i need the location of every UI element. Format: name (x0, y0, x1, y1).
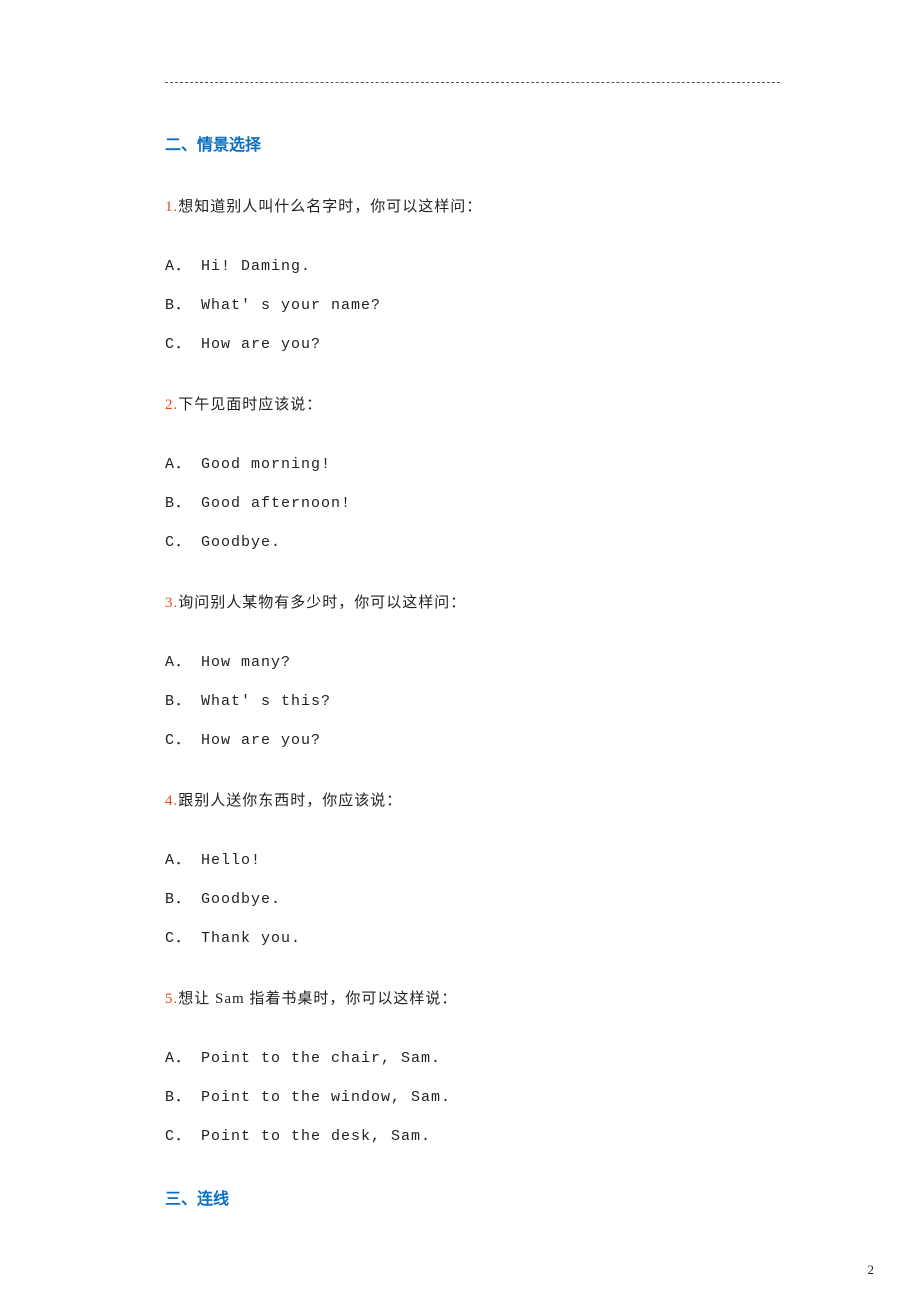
question-number: 5. (165, 991, 178, 1007)
choice-option: A． Point to the chair, Sam. (165, 1046, 790, 1067)
horizontal-rule (165, 82, 780, 83)
choice-option: B． What' s this? (165, 689, 790, 710)
choice-option: C． Goodbye. (165, 530, 790, 551)
choice-option: C． How are you? (165, 728, 790, 749)
question-prompt: 1.想知道别人叫什么名字时，你可以这样问： (165, 195, 790, 216)
choice-option: C． Point to the desk, Sam. (165, 1124, 790, 1145)
question-text: 想知道别人叫什么名字时，你可以这样问： (178, 199, 482, 215)
section-heading-2: 二、情景选择 (165, 131, 790, 155)
question-text: 下午见面时应该说： (178, 397, 322, 413)
choice-option: A． How many? (165, 650, 790, 671)
question-prompt: 3.询问别人某物有多少时，你可以这样问： (165, 591, 790, 612)
choice-list: A． Point to the chair, Sam. B． Point to … (165, 1046, 790, 1145)
choice-option: C． How are you? (165, 332, 790, 353)
choice-option: B． Goodbye. (165, 887, 790, 908)
choice-option: A． Hello! (165, 848, 790, 869)
question-prompt: 4.跟别人送你东西时，你应该说： (165, 789, 790, 810)
question-text: 询问别人某物有多少时，你可以这样问： (178, 595, 466, 611)
choice-option: B． What' s your name? (165, 293, 790, 314)
question-prompt: 5.想让 Sam 指着书桌时，你可以这样说： (165, 987, 790, 1008)
page-number: 2 (868, 1262, 875, 1278)
question-number: 4. (165, 793, 178, 809)
choice-option: A． Good morning! (165, 452, 790, 473)
section-heading-3: 三、连线 (165, 1185, 790, 1209)
choice-option: B． Good afternoon! (165, 491, 790, 512)
choice-option: A． Hi! Daming. (165, 254, 790, 275)
question-text: 想让 Sam 指着书桌时，你可以这样说： (178, 991, 457, 1007)
choice-list: A． Good morning! B． Good afternoon! C． G… (165, 452, 790, 551)
choice-option: C． Thank you. (165, 926, 790, 947)
choice-option: B． Point to the window, Sam. (165, 1085, 790, 1106)
question-text: 跟别人送你东西时，你应该说： (178, 793, 402, 809)
question-prompt: 2.下午见面时应该说： (165, 393, 790, 414)
choice-list: A． Hello! B． Goodbye. C． Thank you. (165, 848, 790, 947)
document-page: 二、情景选择 1.想知道别人叫什么名字时，你可以这样问： A． Hi! Dami… (0, 0, 920, 1209)
question-number: 1. (165, 199, 178, 215)
choice-list: A． Hi! Daming. B． What' s your name? C． … (165, 254, 790, 353)
question-number: 3. (165, 595, 178, 611)
question-number: 2. (165, 397, 178, 413)
choice-list: A． How many? B． What' s this? C． How are… (165, 650, 790, 749)
